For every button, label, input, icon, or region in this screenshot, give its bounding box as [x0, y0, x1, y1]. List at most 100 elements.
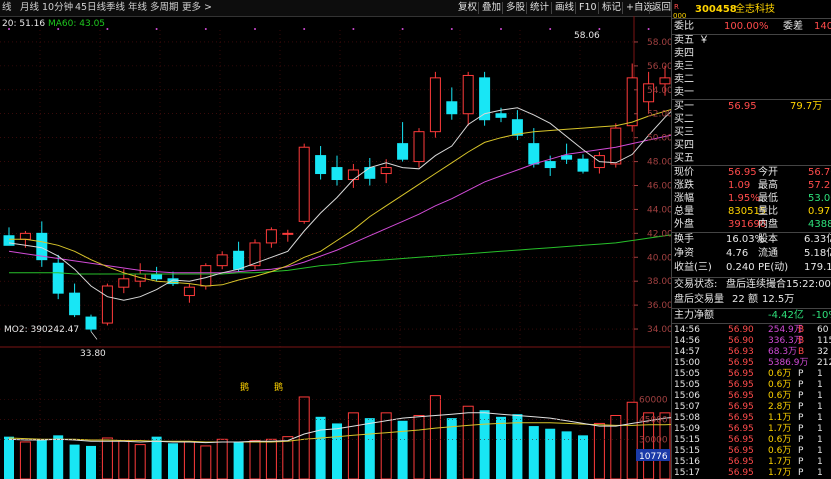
tick-row[interactable]: 15:05 56.95 0.6万 P 1 — [672, 380, 831, 391]
event-tag[interactable]: 鹅 — [240, 381, 249, 393]
multi-stock-button[interactable]: 多股 — [506, 1, 525, 15]
candle-down[interactable] — [52, 262, 64, 294]
candle-up[interactable] — [265, 229, 277, 244]
volume-bar-down[interactable] — [496, 416, 506, 479]
candle-down[interactable] — [544, 161, 556, 169]
candle-down[interactable] — [69, 292, 81, 316]
volume-bar-up[interactable] — [101, 437, 113, 479]
candle-down[interactable] — [561, 155, 573, 160]
tick-row[interactable]: 14:57 56.93 68.3万 B 32 — [672, 347, 831, 358]
bid-row[interactable]: 买三 — [672, 126, 831, 139]
kline-chart[interactable]: 58.00 56.00 54.00 52.00 50.00 48.00 46.00 44.00… — [0, 16, 671, 479]
tick-row[interactable]: 15:15 56.95 0.6万 P 1 — [672, 435, 831, 446]
candle-up[interactable] — [298, 146, 310, 222]
volume-bar-up[interactable] — [413, 414, 425, 479]
volume-bar-down[interactable] — [69, 444, 80, 479]
volume-bar-up[interactable] — [380, 412, 392, 479]
candle-up[interactable] — [347, 169, 359, 181]
candle-up[interactable] — [282, 232, 294, 235]
volume-bar-down[interactable] — [86, 445, 96, 479]
event-tag[interactable]: 鹅 — [274, 381, 283, 393]
f10-button[interactable]: F10 — [579, 1, 597, 15]
bid-row[interactable]: 买一 56.95 79.7万 — [672, 100, 831, 113]
volume-bar-up[interactable] — [200, 445, 212, 479]
statistics-button[interactable]: 统计 — [530, 1, 549, 15]
tab-more[interactable]: 更多 > — [182, 1, 212, 15]
bid-row[interactable]: 买五 — [672, 152, 831, 165]
tab-line[interactable]: 线 — [2, 1, 12, 15]
volume-bar-down[interactable] — [315, 416, 326, 479]
tick-row[interactable]: 15:15 56.95 0.6万 P 1 — [672, 446, 831, 457]
tick-row[interactable]: 15:05 56.95 0.6万 P 1 — [672, 369, 831, 380]
volume-bar-down[interactable] — [233, 441, 244, 479]
tick-row[interactable]: 15:17 56.95 1.7万 P 1 — [672, 468, 831, 479]
candle-down[interactable] — [577, 158, 589, 172]
volume-bar-up[interactable] — [134, 444, 146, 479]
tick-row[interactable]: 15:07 56.95 2.8万 P 1 — [672, 402, 831, 413]
volume-bar-up[interactable] — [282, 436, 294, 479]
tab-multi-period[interactable]: 多周期 — [150, 1, 179, 15]
candle-down[interactable] — [315, 155, 327, 175]
candle-up[interactable] — [216, 254, 228, 267]
candle-down[interactable] — [528, 143, 540, 165]
volume-bar-up[interactable] — [429, 395, 441, 479]
candle-down[interactable] — [446, 101, 458, 115]
overlay-button[interactable]: 叠加 — [482, 1, 501, 15]
volume-bar-up[interactable] — [216, 438, 228, 479]
candle-down[interactable] — [397, 143, 409, 160]
ask-row[interactable]: 卖四 — [672, 47, 831, 60]
volume-bar-down[interactable] — [36, 439, 47, 479]
volume-bar-up[interactable] — [298, 396, 310, 479]
ask-row[interactable]: 卖五 ￥ — [672, 34, 831, 47]
candle-down[interactable] — [85, 316, 97, 330]
candle-up[interactable] — [380, 167, 392, 175]
volume-bar-up[interactable] — [626, 401, 638, 479]
volume-bar-down[interactable] — [512, 414, 523, 479]
candle-up[interactable] — [19, 232, 31, 240]
volume-bar-down[interactable] — [561, 431, 572, 479]
candle-down[interactable] — [495, 113, 507, 118]
candle-up[interactable] — [462, 74, 474, 115]
tick-row[interactable]: 14:56 56.90 254.9万 B 60 — [672, 325, 831, 336]
ask-row[interactable]: 卖三 — [672, 60, 831, 73]
candle-down[interactable] — [511, 119, 523, 136]
volume-bar-up[interactable] — [462, 405, 474, 479]
volume-bar-up[interactable] — [265, 438, 277, 479]
restore-rights-button[interactable]: 复权 — [458, 1, 477, 15]
volume-bar-up[interactable] — [183, 441, 195, 479]
candle-up[interactable] — [429, 77, 441, 133]
candle-up[interactable] — [200, 265, 212, 287]
tick-row[interactable]: 14:5656.90336.3万B115 — [672, 336, 831, 347]
mark-button[interactable]: 标记 — [602, 1, 621, 15]
tab-month[interactable]: 月线 — [20, 1, 39, 15]
candle-up[interactable] — [659, 77, 671, 85]
candle-down[interactable] — [233, 250, 245, 270]
tab-year[interactable]: 年线 — [128, 1, 147, 15]
ask-row[interactable]: 卖一 — [672, 86, 831, 99]
candle-up[interactable] — [183, 286, 195, 297]
candle-down[interactable] — [151, 273, 163, 280]
candle-up[interactable] — [413, 131, 425, 163]
tab-10min[interactable]: 10分钟 — [42, 1, 73, 15]
ask-row[interactable]: 卖二 — [672, 73, 831, 86]
tab-quarter[interactable]: 季线 — [106, 1, 125, 15]
volume-bar-down[interactable] — [151, 436, 162, 479]
candle-down[interactable] — [331, 167, 343, 181]
candle-down[interactable] — [364, 167, 376, 179]
back-button[interactable]: 返回 — [652, 1, 671, 15]
volume-bar-up[interactable] — [118, 440, 130, 479]
candle-up[interactable] — [626, 77, 638, 127]
volume-bar-up[interactable] — [19, 441, 31, 479]
tick-row[interactable]: 15:09 56.95 1.7万 P 1 — [672, 424, 831, 435]
volume-bar-up[interactable] — [347, 412, 359, 479]
volume-bar-down[interactable] — [528, 426, 539, 479]
draw-line-button[interactable]: 画线 — [555, 1, 574, 15]
volume-bar-down[interactable] — [4, 436, 14, 479]
tick-row[interactable]: 15:08 56.95 1.1万 P 1 — [672, 413, 831, 424]
tick-row[interactable]: 15:16 56.95 1.7万 P 1 — [672, 457, 831, 468]
tab-45day[interactable]: 45日线 — [75, 1, 106, 15]
volume-bar-down[interactable] — [332, 423, 342, 479]
bid-row[interactable]: 买二 — [672, 113, 831, 126]
tick-row[interactable]: 15:00 56.95 5386.9万 2125 — [672, 358, 831, 369]
volume-bar-down[interactable] — [578, 435, 588, 479]
